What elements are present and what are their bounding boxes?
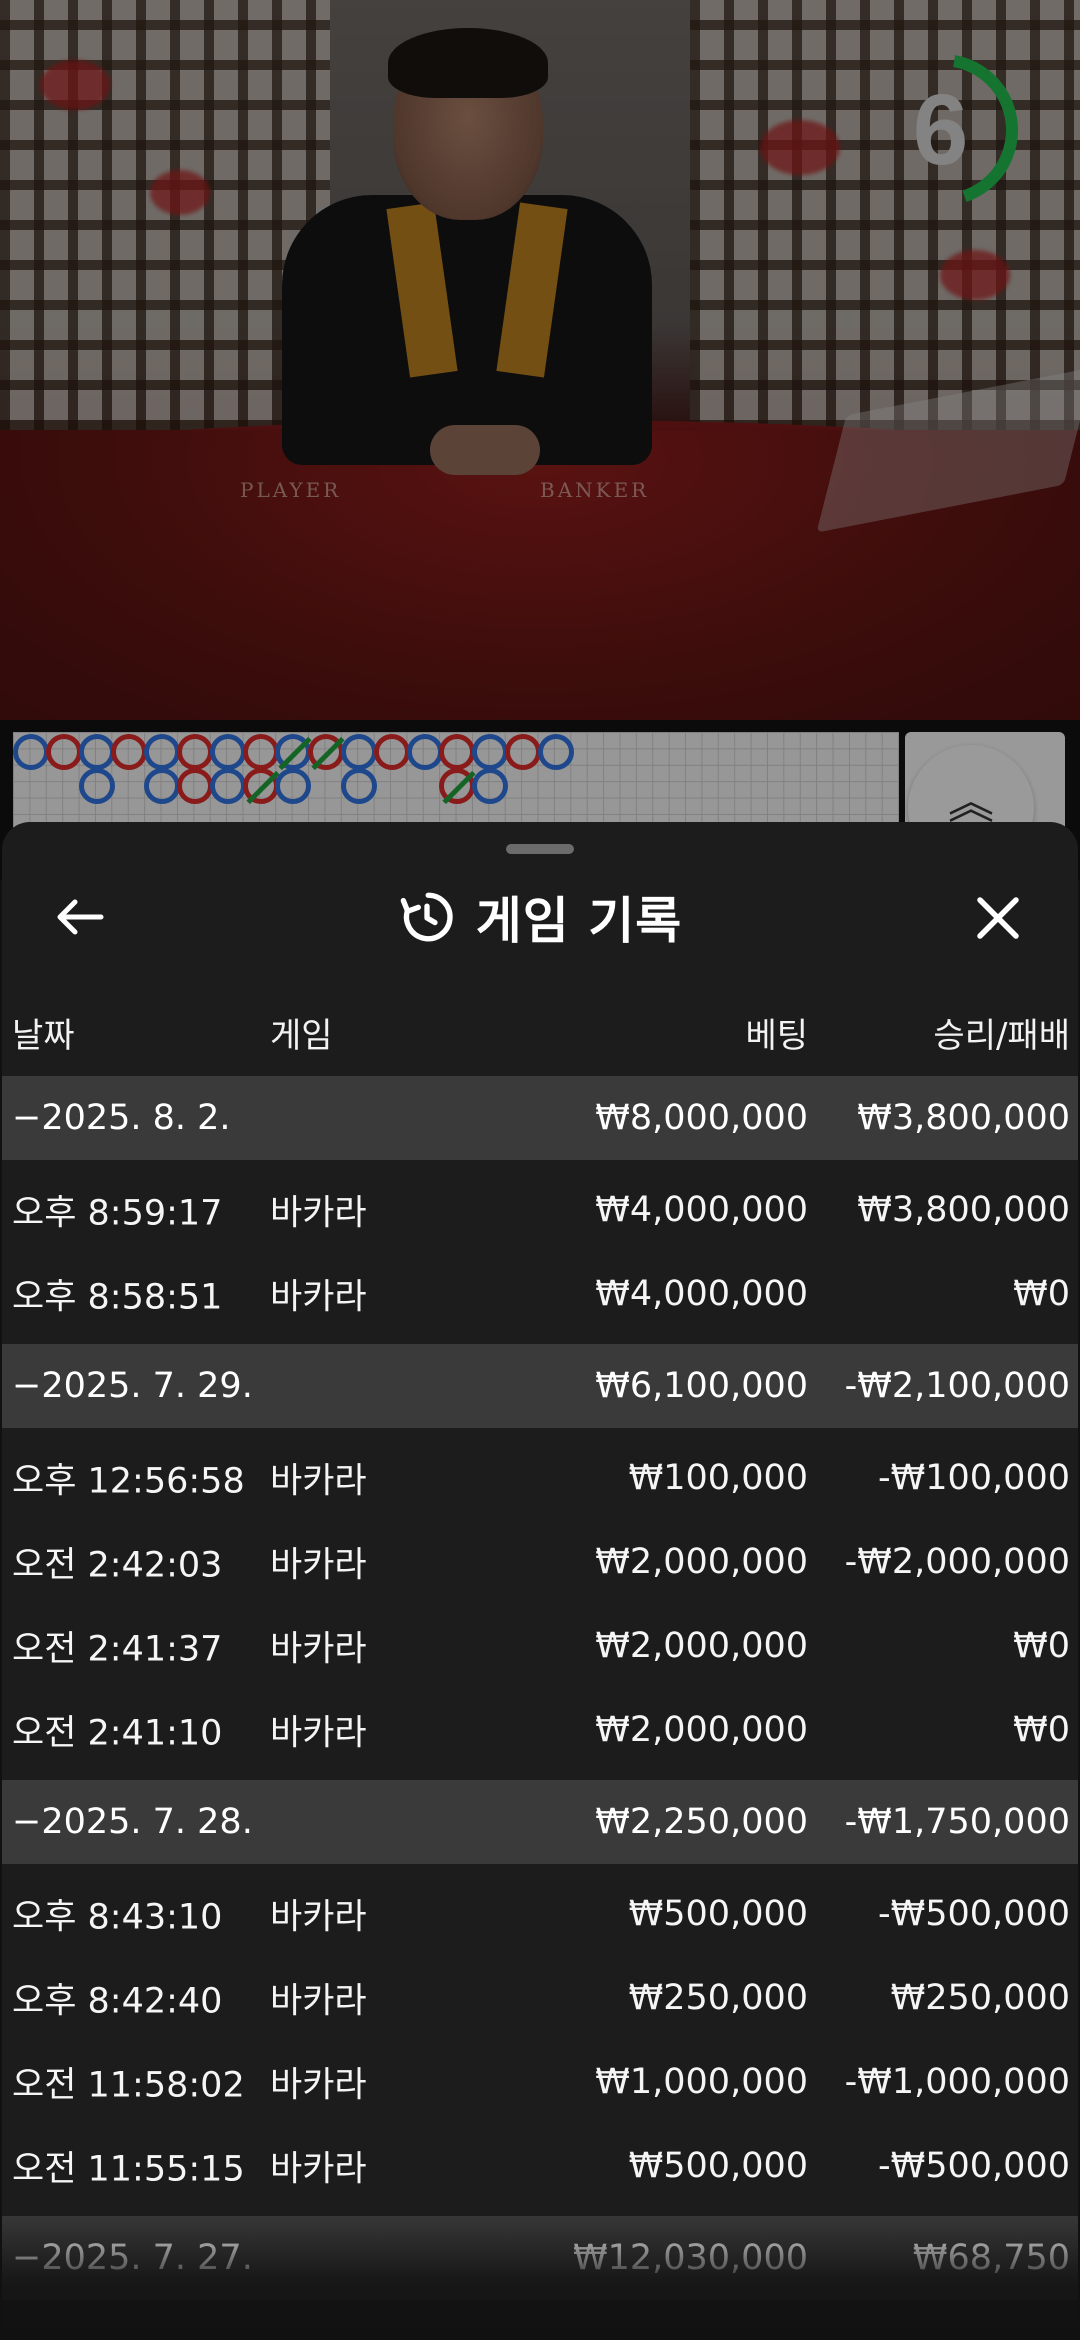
column-header-result: 승리/패배	[933, 1016, 1070, 1056]
row-time: 오후 8:43:10	[12, 1897, 223, 1938]
row-result: -₩500,000	[878, 2146, 1070, 2186]
row-result: -₩100,000	[878, 1458, 1070, 1498]
modal-backdrop[interactable]	[0, 0, 1080, 880]
arrow-left-icon	[57, 899, 104, 935]
row-bet: ₩500,000	[628, 1894, 808, 1934]
row-bet: ₩500,000	[628, 2146, 808, 2186]
table-row[interactable]: 오전 2:42:03 바카라 ₩2,000,000 -₩2,000,000	[2, 1520, 1078, 1604]
group-bet-total: ₩12,030,000	[572, 2238, 808, 2278]
page-title: 게임 기록	[475, 892, 683, 950]
row-game: 바카라	[270, 1545, 367, 1586]
row-bet: ₩4,000,000	[595, 1190, 808, 1230]
row-result: -₩500,000	[878, 1894, 1070, 1934]
date-group-row[interactable]: −2025. 7. 29. ₩6,100,000 -₩2,100,000	[2, 1344, 1078, 1428]
row-time: 오후 12:56:58	[12, 1461, 245, 1502]
row-bet: ₩1,000,000	[595, 2062, 808, 2102]
sheet-header: 게임 기록	[2, 862, 1078, 972]
row-result: ₩3,800,000	[857, 1190, 1070, 1230]
row-time: 오후 8:42:40	[12, 1981, 223, 2022]
table-row[interactable]: 오전 2:41:37 바카라 ₩2,000,000 ₩0	[2, 1604, 1078, 1688]
row-game: 바카라	[270, 1629, 367, 1670]
back-button[interactable]	[50, 892, 110, 942]
row-result: -₩1,000,000	[844, 2062, 1070, 2102]
table-row[interactable]: 오후 8:59:17 바카라 ₩4,000,000 ₩3,800,000	[2, 1168, 1078, 1252]
row-time: 오후 8:58:51	[12, 1277, 223, 1318]
row-bet: ₩250,000	[628, 1978, 808, 2018]
row-bet: ₩100,000	[628, 1458, 808, 1498]
group-result-total: ₩68,750	[912, 2238, 1070, 2278]
row-bet: ₩2,000,000	[595, 1710, 808, 1750]
row-game: 바카라	[270, 2149, 367, 2190]
row-game: 바카라	[270, 1897, 367, 1938]
table-row[interactable]: 오후 8:43:10 바카라 ₩500,000 -₩500,000	[2, 1872, 1078, 1956]
history-table-body[interactable]: −2025. 8. 2. ₩8,000,000 ₩3,800,000 오후 8:59:…	[2, 1076, 1078, 2300]
row-result: ₩0	[1013, 1274, 1070, 1314]
row-time: 오전 2:42:03	[12, 1545, 223, 1586]
group-result-total: -₩1,750,000	[844, 1802, 1070, 1842]
date-group-row[interactable]: −2025. 7. 27. ₩12,030,000 ₩68,750	[2, 2216, 1078, 2300]
row-game: 바카라	[270, 1713, 367, 1754]
history-clock-icon	[400, 892, 453, 942]
row-game: 바카라	[270, 1277, 367, 1318]
table-row[interactable]: 오전 2:41:10 바카라 ₩2,000,000 ₩0	[2, 1688, 1078, 1772]
column-header-bet: 베팅	[745, 1016, 808, 1056]
row-time: 오전 11:58:02	[12, 2065, 245, 2106]
group-result-total: -₩2,100,000	[844, 1366, 1070, 1406]
title-group: 게임 기록	[2, 862, 1078, 972]
group-result-total: ₩3,800,000	[857, 1098, 1070, 1138]
row-time: 오전 11:55:15	[12, 2149, 245, 2190]
row-game: 바카라	[270, 2065, 367, 2106]
row-result: -₩2,000,000	[844, 1542, 1070, 1582]
group-bet-total: ₩6,100,000	[595, 1366, 808, 1406]
table-row[interactable]: 오전 11:55:15 바카라 ₩500,000 -₩500,000	[2, 2124, 1078, 2208]
row-result: ₩250,000	[890, 1978, 1070, 2018]
close-button[interactable]	[968, 890, 1028, 946]
table-row[interactable]: 오후 8:42:40 바카라 ₩250,000 ₩250,000	[2, 1956, 1078, 2040]
row-game: 바카라	[270, 1461, 367, 1502]
group-bet-total: ₩8,000,000	[595, 1098, 808, 1138]
close-icon	[977, 897, 1019, 939]
game-history-sheet: 게임 기록 날짜 게임 베팅 승리/패배 −2025. 8. 2. ₩8,000,…	[2, 822, 1078, 2340]
group-date: −2025. 7. 28.	[12, 1802, 253, 1842]
row-bet: ₩2,000,000	[595, 1626, 808, 1666]
row-result: ₩0	[1013, 1710, 1070, 1750]
group-date: −2025. 7. 27.	[12, 2238, 253, 2278]
row-time: 오후 8:59:17	[12, 1193, 223, 1234]
row-result: ₩0	[1013, 1626, 1070, 1666]
row-bet: ₩4,000,000	[595, 1274, 808, 1314]
table-header: 날짜 게임 베팅 승리/패배	[2, 1002, 1078, 1062]
row-time: 오전 2:41:37	[12, 1629, 223, 1670]
table-row[interactable]: 오후 8:58:51 바카라 ₩4,000,000 ₩0	[2, 1252, 1078, 1336]
table-row[interactable]: 오전 11:58:02 바카라 ₩1,000,000 -₩1,000,000	[2, 2040, 1078, 2124]
row-time: 오전 2:41:10	[12, 1713, 223, 1754]
column-header-game: 게임	[270, 1016, 333, 1056]
table-row[interactable]: 오후 12:56:58 바카라 ₩100,000 -₩100,000	[2, 1436, 1078, 1520]
column-header-date: 날짜	[12, 1016, 75, 1056]
group-date: −2025. 8. 2.	[12, 1098, 231, 1138]
date-group-row[interactable]: −2025. 7. 28. ₩2,250,000 -₩1,750,000	[2, 1780, 1078, 1864]
sheet-drag-handle[interactable]	[506, 844, 574, 854]
row-game: 바카라	[270, 1193, 367, 1234]
group-date: −2025. 7. 29.	[12, 1366, 253, 1406]
date-group-row[interactable]: −2025. 8. 2. ₩8,000,000 ₩3,800,000	[2, 1076, 1078, 1160]
row-bet: ₩2,000,000	[595, 1542, 808, 1582]
group-bet-total: ₩2,250,000	[595, 1802, 808, 1842]
row-game: 바카라	[270, 1981, 367, 2022]
